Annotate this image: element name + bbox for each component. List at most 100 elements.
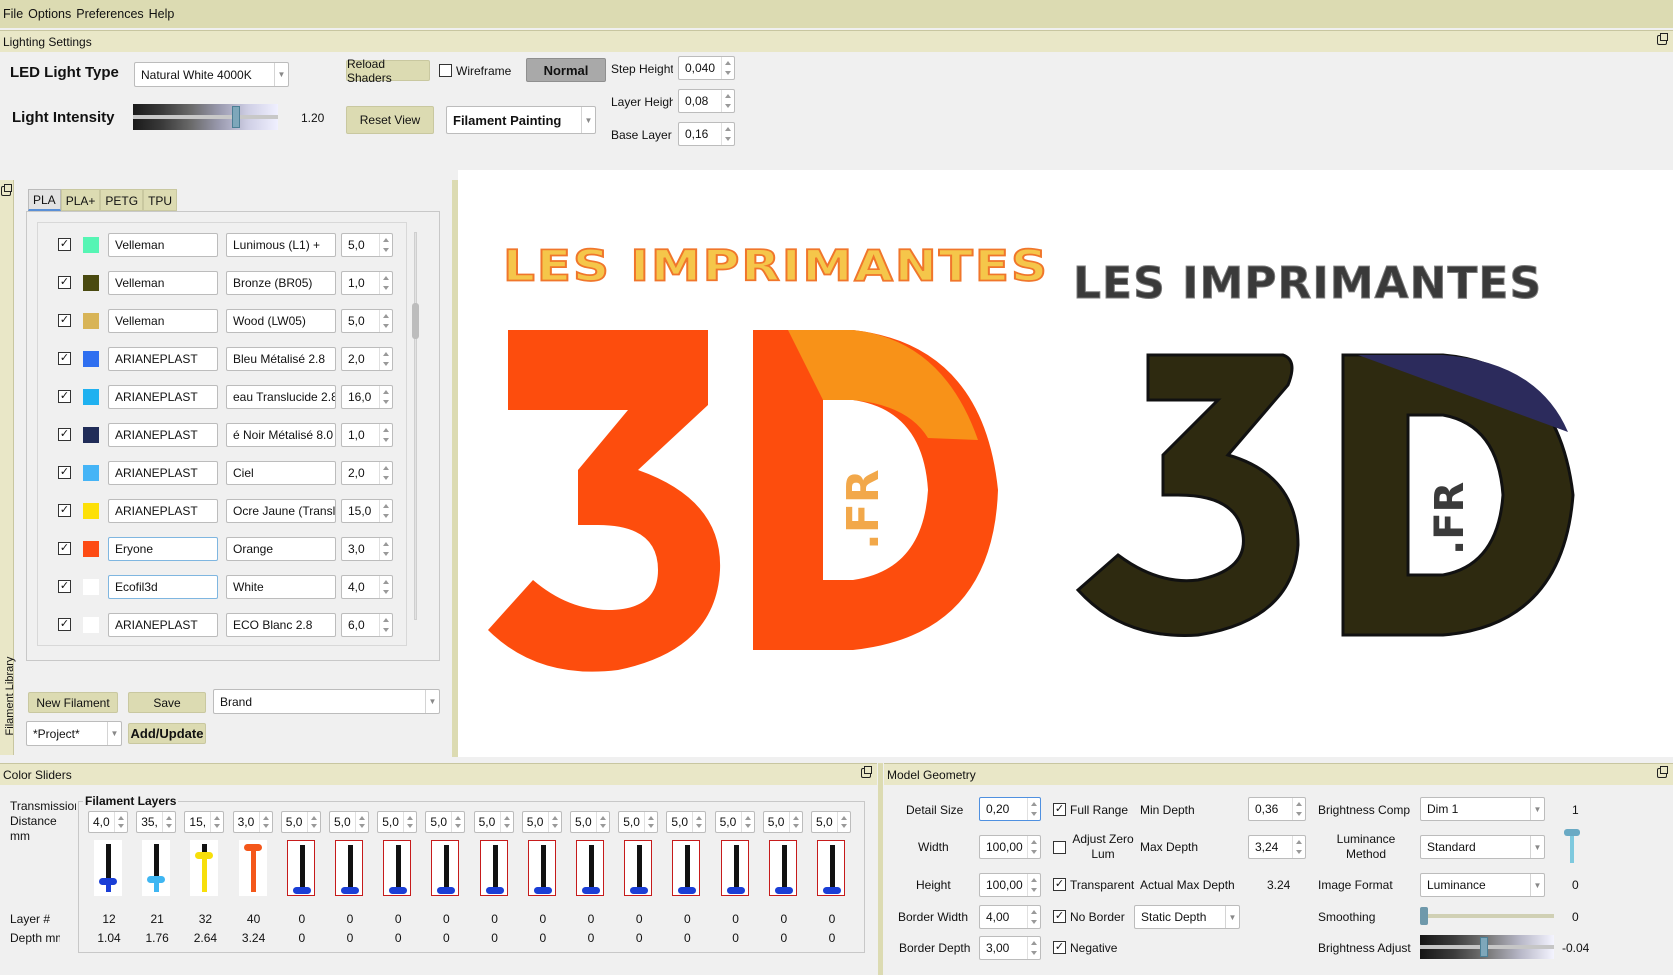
spin-arrows-icon[interactable] (379, 234, 392, 256)
brand-field[interactable]: ARIANEPLAST (108, 423, 218, 447)
layer-slider[interactable] (238, 840, 267, 896)
brand-field[interactable]: Ecofil3d (108, 575, 218, 599)
td-spinbox[interactable]: 3,0 (232, 811, 273, 833)
slider-thumb[interactable] (774, 887, 793, 894)
spin-arrows-icon[interactable] (644, 812, 657, 832)
wireframe-checkbox[interactable] (439, 64, 452, 77)
spin-arrows-icon[interactable] (721, 123, 734, 145)
td-spinbox[interactable]: 5,0 (377, 811, 418, 833)
spin-arrows-icon[interactable] (499, 812, 513, 832)
luminance-method-combo[interactable]: Standard ▼ (1420, 835, 1545, 859)
list-item[interactable]: ✓ ARIANEPLAST é Noir Métalisé 8.0 1,0 (38, 420, 406, 450)
spin-arrows-icon[interactable] (403, 812, 416, 832)
spin-arrows-icon[interactable] (692, 812, 705, 832)
list-item[interactable]: ✓ ARIANEPLAST ECO Blanc 2.8 6,0 (38, 610, 406, 640)
td-spinbox[interactable]: 5,0 (473, 811, 514, 833)
spin-arrows-icon[interactable] (379, 348, 392, 370)
layer-slider[interactable] (383, 840, 412, 896)
td-spinbox[interactable]: 2,0 (341, 461, 393, 485)
tab-pla-plus[interactable]: PLA+ (60, 189, 101, 211)
normal-button[interactable]: Normal (526, 58, 606, 82)
spin-arrows-icon[interactable] (379, 500, 392, 522)
base-layer-spinbox[interactable]: 0,16 (678, 122, 735, 146)
color-swatch[interactable] (83, 313, 99, 329)
td-spinbox[interactable]: 5,0 (521, 811, 562, 833)
layer-slider[interactable] (527, 840, 556, 896)
enabled-checkbox[interactable]: ✓ (58, 276, 71, 289)
slider-thumb[interactable] (243, 844, 262, 851)
preview-viewport[interactable]: LES IMPRIMANTES .FR LES IMPRIMANTES .FR (458, 170, 1673, 757)
no-border-checkbox[interactable]: ✓ (1053, 910, 1066, 923)
spin-arrows-icon[interactable] (837, 812, 850, 832)
filament-name-field[interactable]: é Noir Métalisé 8.0 (226, 423, 336, 447)
spin-arrows-icon[interactable] (379, 424, 392, 446)
painting-mode-combo[interactable]: Filament Painting ▼ (446, 106, 596, 134)
list-item[interactable]: ✓ Velleman Lunimous (L1) + 5,0 (38, 230, 406, 260)
project-combo[interactable]: *Project* ▼ (26, 721, 122, 746)
spin-arrows-icon[interactable] (788, 812, 802, 832)
reset-view-button[interactable]: Reset View (346, 106, 434, 134)
td-spinbox[interactable]: 5,0 (425, 811, 466, 833)
spin-arrows-icon[interactable] (1027, 798, 1040, 820)
filament-name-field[interactable]: Orange (226, 537, 336, 561)
brand-field[interactable]: ARIANEPLAST (108, 499, 218, 523)
list-item[interactable]: ✓ Ecofil3d White 4,0 (38, 572, 406, 602)
save-button[interactable]: Save (128, 692, 206, 713)
spin-arrows-icon[interactable] (379, 310, 392, 332)
border-depth-spinbox[interactable]: 3,00 (979, 936, 1041, 960)
td-spinbox[interactable]: 4,0 (88, 811, 128, 833)
image-format-combo[interactable]: Luminance ▼ (1420, 873, 1545, 897)
td-spinbox[interactable]: 2,0 (341, 347, 393, 371)
enabled-checkbox[interactable]: ✓ (58, 466, 71, 479)
min-depth-spinbox[interactable]: 0,36 (1248, 797, 1306, 821)
luminance-vertical-slider[interactable] (1564, 829, 1580, 865)
td-spinbox[interactable]: 1,0 (341, 271, 393, 295)
brand-field[interactable]: Eryone (108, 537, 218, 561)
list-item[interactable]: ✓ Eryone Orange 3,0 (38, 534, 406, 564)
full-range-checkbox[interactable]: ✓ (1053, 803, 1066, 816)
border-width-spinbox[interactable]: 4,00 (979, 905, 1041, 929)
layer-slider[interactable] (672, 840, 701, 896)
filament-name-field[interactable]: ECO Blanc 2.8 (226, 613, 336, 637)
brightness-comp-combo[interactable]: Dim 1 ▼ (1420, 797, 1545, 821)
layer-slider[interactable] (286, 840, 315, 896)
add-update-button[interactable]: Add/Update (128, 723, 206, 744)
slider-thumb[interactable] (99, 877, 117, 885)
spin-arrows-icon[interactable] (1292, 798, 1305, 820)
color-swatch[interactable] (83, 503, 99, 519)
spin-arrows-icon[interactable] (355, 812, 368, 832)
td-spinbox[interactable]: 5,0 (618, 811, 659, 833)
td-spinbox[interactable]: 5,0 (570, 811, 610, 833)
slider-thumb[interactable] (630, 887, 649, 894)
filament-name-field[interactable]: Bleu Métalisé 2.8 (226, 347, 336, 371)
filament-name-field[interactable]: eau Translucide 2.8 (226, 385, 336, 409)
slider-thumb[interactable] (389, 887, 408, 894)
spin-arrows-icon[interactable] (740, 812, 754, 832)
color-swatch[interactable] (83, 579, 99, 595)
filament-name-field[interactable]: White (226, 575, 336, 599)
color-swatch[interactable] (83, 617, 99, 633)
layer-slider[interactable] (817, 840, 845, 896)
enabled-checkbox[interactable]: ✓ (58, 618, 71, 631)
slider-thumb[interactable] (292, 887, 311, 894)
color-swatch[interactable] (83, 541, 99, 557)
td-spinbox[interactable]: 6,0 (341, 613, 393, 637)
layer-slider[interactable] (576, 840, 604, 896)
color-swatch[interactable] (83, 389, 99, 405)
layer-slider[interactable] (94, 840, 122, 896)
layer-slider[interactable] (479, 840, 508, 896)
max-depth-spinbox[interactable]: 3,24 (1248, 835, 1306, 859)
slider-thumb[interactable] (485, 887, 504, 894)
slider-thumb[interactable] (1564, 829, 1580, 836)
brightness-adjust-slider[interactable] (1420, 935, 1554, 959)
filament-name-field[interactable]: Wood (LW05) (226, 309, 336, 333)
menu-file[interactable]: File (0, 0, 25, 21)
td-spinbox[interactable]: 1,0 (341, 423, 393, 447)
float-icon[interactable] (1, 184, 12, 196)
float-icon[interactable] (861, 766, 872, 778)
enabled-checkbox[interactable]: ✓ (58, 238, 71, 251)
slider-thumb[interactable] (341, 887, 359, 894)
brand-field[interactable]: ARIANEPLAST (108, 385, 218, 409)
spin-arrows-icon[interactable] (379, 386, 392, 408)
spin-arrows-icon[interactable] (547, 812, 561, 832)
